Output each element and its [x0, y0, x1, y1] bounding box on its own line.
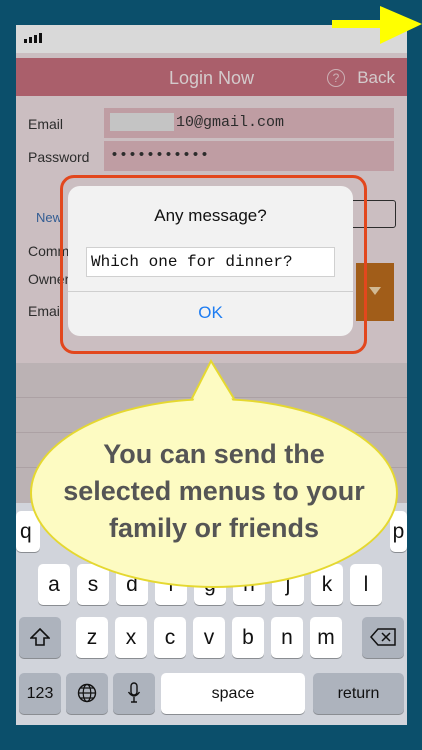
key-v[interactable]: v	[193, 617, 225, 658]
shift-key[interactable]	[19, 617, 61, 658]
key-s[interactable]: s	[77, 564, 109, 605]
globe-key[interactable]	[66, 673, 108, 714]
message-input[interactable]: Which one for dinner?	[86, 247, 335, 277]
return-key[interactable]: return	[313, 673, 404, 714]
callout-line-3: family or friends	[108, 513, 320, 543]
globe-icon	[77, 683, 97, 703]
phone-screen: Login Now ? Back Email 10@gmail.com Pass…	[16, 25, 407, 725]
key-n[interactable]: n	[271, 617, 303, 658]
arrow-right-icon	[332, 6, 422, 44]
ok-button[interactable]: OK	[68, 303, 353, 323]
divider	[68, 291, 353, 292]
key-c[interactable]: c	[154, 617, 186, 658]
dictation-key[interactable]	[113, 673, 155, 714]
key-a[interactable]: a	[38, 564, 70, 605]
key-b[interactable]: b	[232, 617, 264, 658]
key-z[interactable]: z	[76, 617, 108, 658]
key-l[interactable]: l	[350, 564, 382, 605]
microphone-icon	[127, 682, 141, 703]
message-alert: Any message? Which one for dinner? OK	[68, 186, 353, 336]
callout-text: You can send the selected menus to your …	[30, 436, 398, 547]
backspace-icon	[370, 628, 396, 646]
space-key[interactable]: space	[161, 673, 305, 714]
callout-line-1: You can send the	[103, 439, 325, 469]
delete-key[interactable]	[362, 617, 404, 658]
numbers-key[interactable]: 123	[19, 673, 61, 714]
alert-title: Any message?	[154, 206, 267, 225]
signal-icon	[24, 33, 42, 43]
shift-icon	[29, 627, 51, 646]
key-m[interactable]: m	[310, 617, 342, 658]
key-x[interactable]: x	[115, 617, 147, 658]
callout-line-2: selected menus to your	[63, 476, 365, 506]
